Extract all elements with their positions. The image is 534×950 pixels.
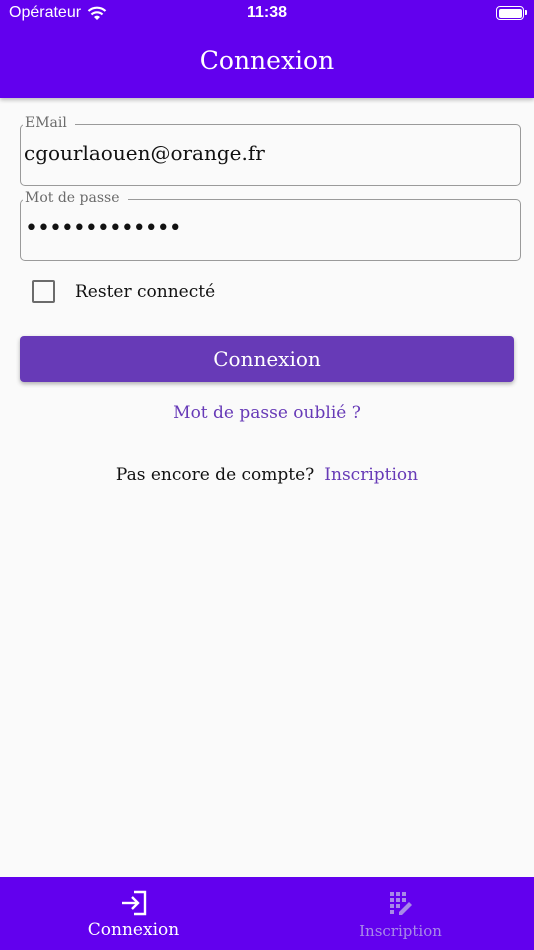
- tab-inscription-label: Inscription: [359, 922, 442, 940]
- signup-row: Pas encore de compte? Inscription: [0, 465, 534, 485]
- page-title: Connexion: [199, 46, 335, 75]
- register-icon: [389, 892, 412, 915]
- remember-me-checkbox[interactable]: [32, 280, 55, 303]
- remember-me-label[interactable]: Rester connecté: [75, 282, 215, 302]
- app-header: Opérateur 11:38 Connexion: [0, 0, 534, 98]
- email-label: EMail: [23, 115, 75, 131]
- status-bar: Opérateur 11:38: [0, 0, 534, 28]
- password-value[interactable]: •••••••••••••: [25, 216, 182, 241]
- signup-link[interactable]: Inscription: [324, 465, 418, 485]
- remember-me-row[interactable]: Rester connecté: [32, 280, 215, 303]
- status-time: 11:38: [246, 4, 288, 21]
- email-value[interactable]: cgourlaouen@orange.fr: [24, 141, 265, 165]
- email-field[interactable]: EMail cgourlaouen@orange.fr: [20, 115, 521, 186]
- password-label: Mot de passe: [23, 190, 128, 206]
- signup-prompt: Pas encore de compte?: [115, 465, 315, 485]
- tab-inscription[interactable]: Inscription: [267, 877, 534, 950]
- password-field[interactable]: Mot de passe •••••••••••••: [20, 190, 521, 261]
- bottom-navigation: Connexion Inscription: [0, 877, 534, 950]
- tab-connexion[interactable]: Connexion: [0, 877, 267, 950]
- login-icon: [121, 890, 146, 916]
- battery-icon: [496, 6, 527, 20]
- forgot-password-link[interactable]: Mot de passe oublié ?: [0, 403, 534, 423]
- login-button[interactable]: Connexion: [20, 336, 514, 382]
- tab-connexion-label: Connexion: [87, 920, 180, 940]
